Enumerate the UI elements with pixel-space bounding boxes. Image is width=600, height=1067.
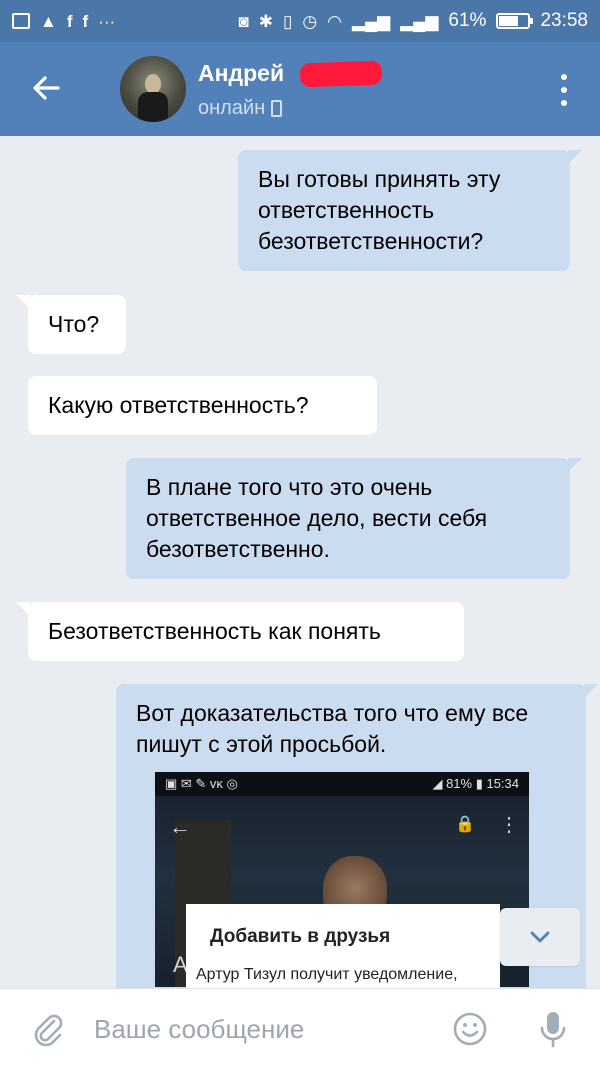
voice-message-button[interactable] — [538, 1009, 568, 1049]
message-input-bar — [0, 988, 600, 1067]
emoji-button[interactable] — [452, 1011, 488, 1047]
attachment-popup: Добавить в друзья Артур Тизул получит ув… — [186, 904, 500, 994]
arrow-left-icon: ← — [169, 814, 191, 839]
status-bar: ▲ f f ··· ◙ ✱ ▯ ◷ ◠ ▂▄▆ ▂▄▆ 61% 23:58 — [0, 0, 600, 42]
avatar[interactable] — [120, 56, 186, 122]
more-icon: ⋮ — [499, 814, 519, 836]
attachment-status-right: ◢ 81% ▮ 15:34 — [432, 776, 519, 791]
signal-icon: ▂▄▆ — [352, 11, 391, 31]
attachment-status-left: ▣ ✉ ✎ ᴠᴋ ◎ — [165, 776, 238, 791]
message-outgoing[interactable]: В плане того что это очень ответственное… — [126, 458, 582, 579]
status-bar-notifications: ▲ f f ··· — [12, 13, 115, 30]
bluetooth-icon: ✱ — [258, 11, 273, 31]
alarm-icon: ◷ — [302, 11, 318, 31]
message-text: Что? — [48, 311, 100, 337]
chat-header: Андрей онлайн — [0, 42, 600, 136]
vibrate-icon: ▯ — [282, 11, 293, 31]
battery-percent: 61% — [448, 10, 487, 31]
attach-button[interactable] — [30, 1011, 66, 1047]
mobile-phone-icon — [271, 100, 283, 117]
message-outgoing[interactable]: Вы готовы принять эту ответственность бе… — [238, 150, 582, 271]
arrow-left-icon — [33, 76, 60, 100]
message-incoming[interactable]: Что? — [16, 295, 126, 354]
chevron-down-icon — [530, 931, 550, 943]
message-text: Вы готовы принять эту ответственность бе… — [258, 166, 501, 254]
attachment-status-bar: ▣ ✉ ✎ ᴠᴋ ◎ ◢ 81% ▮ 15:34 — [155, 772, 529, 796]
signal-icon: ▂▄▆ — [400, 11, 439, 31]
message-text: Безответственность как понять — [48, 618, 381, 644]
microphone-icon — [540, 1012, 566, 1048]
message-text: В плане того что это очень ответственное… — [146, 474, 488, 562]
status-bar-system: ◙ ✱ ▯ ◷ ◠ ▂▄▆ ▂▄▆ 61% 23:58 — [238, 10, 588, 32]
more-options-button[interactable] — [552, 70, 576, 110]
facebook-icon: f — [82, 11, 89, 31]
scroll-down-button[interactable] — [500, 908, 580, 966]
paperclip-icon — [34, 1014, 63, 1047]
popup-title: Добавить в друзья — [210, 926, 391, 947]
message-incoming[interactable]: Безответственность как понять — [16, 602, 464, 661]
nfc-icon: ◙ — [238, 11, 249, 31]
warning-icon: ▲ — [40, 11, 57, 31]
clock: 23:58 — [540, 10, 588, 31]
message-text: Какую ответственность? — [48, 392, 309, 418]
status-text: онлайн — [198, 97, 266, 119]
dot-icon — [561, 73, 567, 80]
facebook-icon: f — [66, 11, 73, 31]
redaction-mark — [299, 60, 383, 88]
image-icon — [12, 13, 30, 29]
smile-icon — [453, 1012, 487, 1046]
popup-text: Артур Тизул получит уведомление, — [196, 966, 458, 983]
contact-status: онлайн — [198, 97, 283, 120]
message-text: Вот доказательства того что ему все пишу… — [136, 700, 529, 757]
contact-name[interactable]: Андрей — [198, 60, 284, 87]
back-button[interactable] — [28, 70, 64, 106]
wifi-icon: ◠ — [327, 11, 343, 31]
dot-icon — [561, 100, 567, 107]
message-input[interactable] — [94, 1007, 424, 1051]
dot-icon — [561, 86, 567, 93]
message-incoming[interactable]: Какую ответственность? — [28, 376, 377, 435]
lock-icon: 🔒 — [455, 816, 475, 833]
battery-icon — [496, 13, 534, 29]
more-icon: ··· — [98, 11, 116, 31]
